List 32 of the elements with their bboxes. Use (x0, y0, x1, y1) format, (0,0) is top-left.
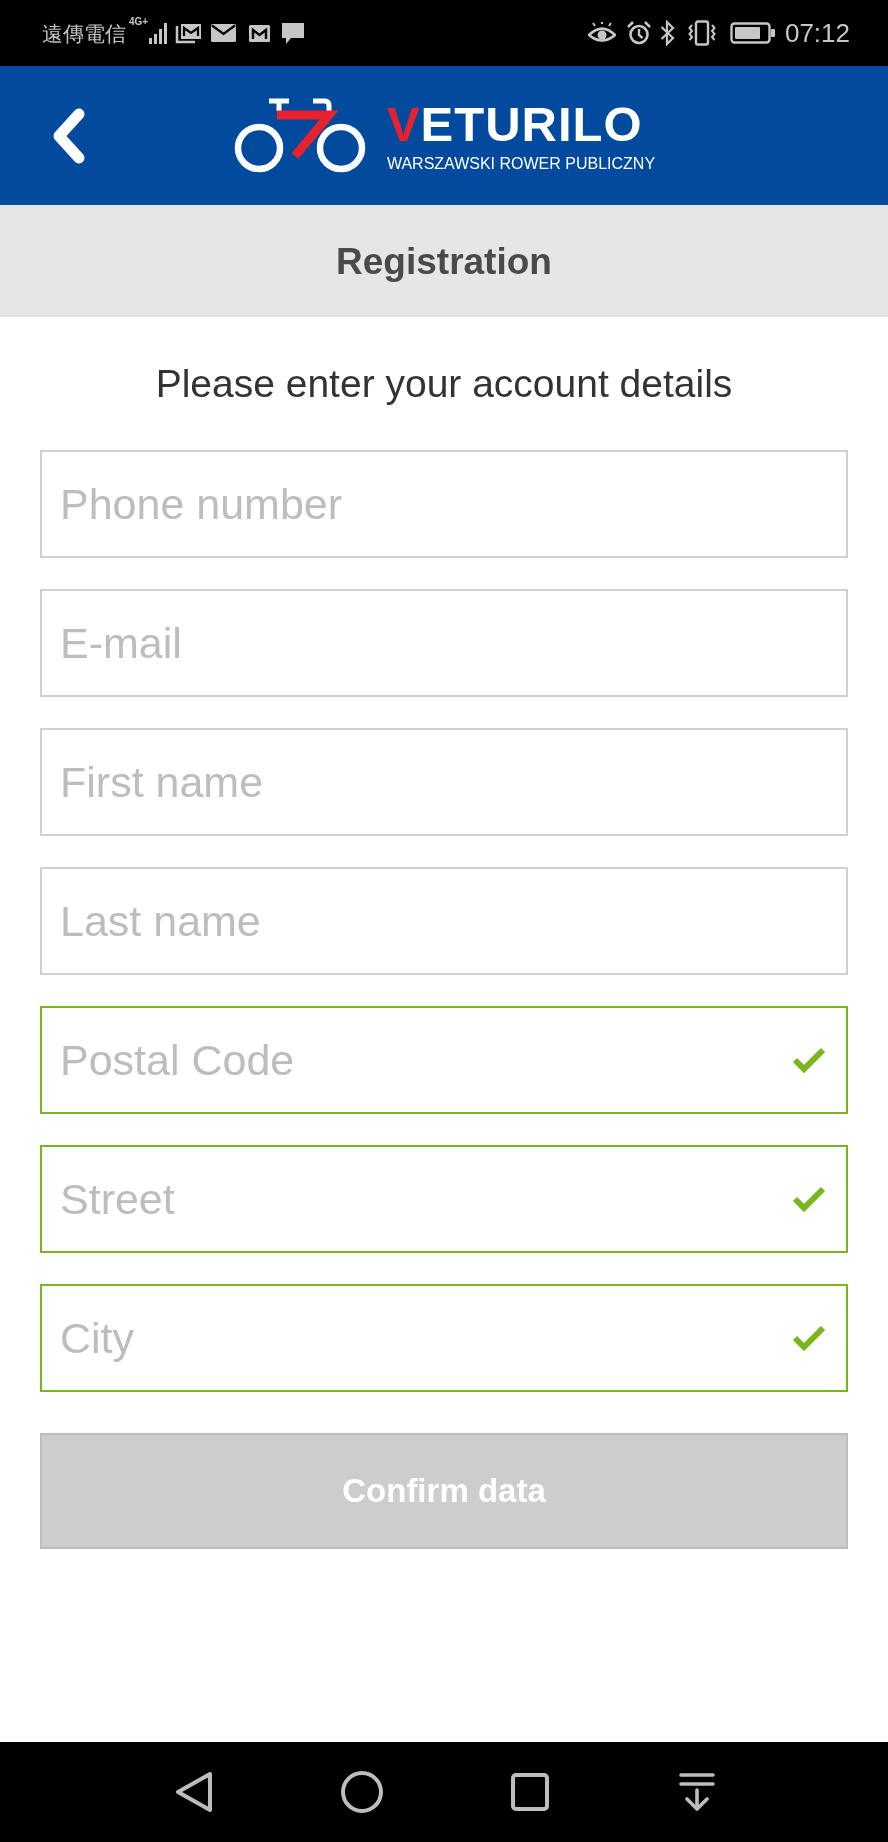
input-field[interactable]: Last name (40, 867, 848, 975)
battery-icon (729, 22, 775, 44)
clock-time: 07:12 (784, 20, 850, 46)
logo-subtitle: WARSZAWSKI ROWER PUBLICZNY (386, 155, 656, 172)
stacked-mail-icon (175, 22, 203, 44)
alarm-clock-icon (626, 21, 651, 45)
network-type: 4G+ (129, 17, 149, 27)
input-field[interactable]: E-mail (40, 589, 848, 697)
checkmark-icon (792, 1325, 826, 1351)
bluetooth-icon (659, 20, 675, 46)
input-field[interactable]: Phone number (40, 450, 848, 558)
vibrate-icon (687, 20, 716, 46)
page-title: Registration (336, 242, 552, 280)
checkmark-icon (792, 1186, 826, 1212)
recents-icon[interactable] (511, 1773, 549, 1811)
lines-down-arrow-icon[interactable] (679, 1772, 715, 1812)
input-field[interactable]: Street (40, 1145, 848, 1253)
back-icon[interactable] (175, 1771, 213, 1813)
instructions-text: Please enter your account details (154, 362, 734, 406)
home-icon[interactable] (341, 1771, 383, 1813)
carrier-name: 遠傳電信 (42, 22, 126, 44)
chat-bubble-icon (282, 22, 305, 44)
input-field[interactable]: Postal Code (40, 1006, 848, 1114)
envelope-m-icon (249, 24, 271, 42)
bicycle-logo-icon (232, 97, 367, 174)
mail-icon (211, 24, 237, 42)
eye-icon (587, 22, 616, 44)
checkmark-icon (792, 1047, 826, 1073)
logo-title: VETURILO (386, 99, 644, 149)
signal-icon (149, 22, 168, 44)
input-field[interactable]: City (40, 1284, 848, 1392)
input-field[interactable]: First name (40, 728, 848, 836)
